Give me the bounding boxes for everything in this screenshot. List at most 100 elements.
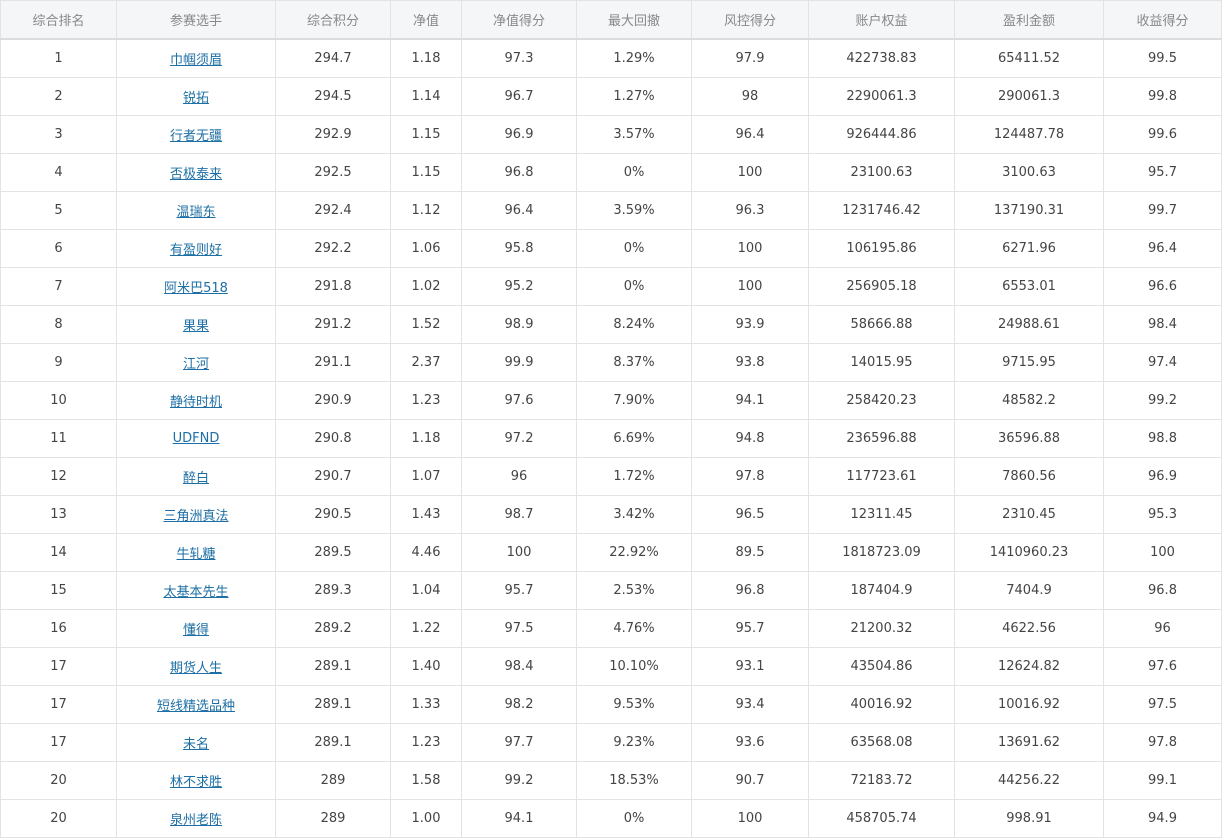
account-equity-cell: 12311.45 xyxy=(808,495,955,534)
net-value-score-cell: 97.5 xyxy=(461,609,577,648)
profit-amount-cell: 290061.3 xyxy=(954,77,1104,116)
table-header: 综合排名 参赛选手 综合积分 净值 净值得分 最大回撤 风控得分 账户权益 盈利… xyxy=(0,0,1222,40)
net-value-score-cell: 96.4 xyxy=(461,191,577,230)
account-equity-cell: 256905.18 xyxy=(808,267,955,306)
player-link[interactable]: 江河 xyxy=(183,357,209,372)
risk-score-cell: 100 xyxy=(691,153,809,192)
account-equity-cell: 23100.63 xyxy=(808,153,955,192)
net-value-cell: 1.06 xyxy=(390,229,462,268)
account-equity-cell: 106195.86 xyxy=(808,229,955,268)
max-drawdown-cell: 3.42% xyxy=(576,495,692,534)
return-score-cell: 94.9 xyxy=(1103,799,1222,838)
account-equity-cell: 422738.83 xyxy=(808,38,955,78)
profit-amount-cell: 7860.56 xyxy=(954,457,1104,496)
player-link[interactable]: 否极泰来 xyxy=(170,167,222,182)
player-link[interactable]: 锐拓 xyxy=(183,91,209,106)
max-drawdown-cell: 0% xyxy=(576,799,692,838)
net-value-cell: 1.40 xyxy=(390,647,462,686)
player-link[interactable]: 牛轧糖 xyxy=(176,547,215,562)
player-link[interactable]: 行者无疆 xyxy=(170,129,222,144)
profit-amount-cell: 65411.52 xyxy=(954,38,1104,78)
return-score-cell: 100 xyxy=(1103,533,1222,572)
rank-cell: 17 xyxy=(0,723,117,762)
player-cell: 期货人生 xyxy=(116,647,276,686)
max-drawdown-cell: 0% xyxy=(576,267,692,306)
account-equity-cell: 258420.23 xyxy=(808,381,955,420)
return-score-cell: 96.8 xyxy=(1103,571,1222,610)
player-link[interactable]: 果果 xyxy=(183,319,209,334)
return-score-cell: 99.2 xyxy=(1103,381,1222,420)
player-link[interactable]: 太基本先生 xyxy=(163,585,228,600)
header-max-drawdown: 最大回撤 xyxy=(576,0,692,40)
player-cell: UDFND xyxy=(116,419,276,458)
net-value-cell: 1.00 xyxy=(390,799,462,838)
max-drawdown-cell: 9.23% xyxy=(576,723,692,762)
total-score-cell: 289.5 xyxy=(275,533,391,572)
profit-amount-cell: 1410960.23 xyxy=(954,533,1104,572)
profit-amount-cell: 13691.62 xyxy=(954,723,1104,762)
risk-score-cell: 90.7 xyxy=(691,761,809,800)
player-cell: 锐拓 xyxy=(116,77,276,116)
table-row: 14 牛轧糖 289.5 4.46 100 22.92% 89.5 1818723.09 141… xyxy=(0,533,1222,572)
profit-amount-cell: 6271.96 xyxy=(954,229,1104,268)
profit-amount-cell: 137190.31 xyxy=(954,191,1104,230)
player-link[interactable]: 温瑞东 xyxy=(176,205,215,220)
player-link[interactable]: 静待时机 xyxy=(170,395,222,410)
player-link[interactable]: 阿米巴518 xyxy=(164,281,228,296)
rank-cell: 11 xyxy=(0,419,117,458)
player-link[interactable]: 林不求胜 xyxy=(170,775,222,790)
account-equity-cell: 72183.72 xyxy=(808,761,955,800)
rank-cell: 20 xyxy=(0,799,117,838)
player-link[interactable]: 懂得 xyxy=(183,623,209,638)
net-value-score-cell: 98.9 xyxy=(461,305,577,344)
total-score-cell: 289.1 xyxy=(275,647,391,686)
account-equity-cell: 187404.9 xyxy=(808,571,955,610)
return-score-cell: 96 xyxy=(1103,609,1222,648)
account-equity-cell: 14015.95 xyxy=(808,343,955,382)
return-score-cell: 96.6 xyxy=(1103,267,1222,306)
rank-cell: 15 xyxy=(0,571,117,610)
player-cell: 有盈则好 xyxy=(116,229,276,268)
player-link[interactable]: 有盈则好 xyxy=(170,243,222,258)
total-score-cell: 292.5 xyxy=(275,153,391,192)
player-link[interactable]: 巾帼须眉 xyxy=(170,53,222,68)
table-row: 1 巾帼须眉 294.7 1.18 97.3 1.29% 97.9 422738.83 6541… xyxy=(0,38,1222,78)
player-link[interactable]: 未名 xyxy=(183,737,209,752)
player-cell: 泉州老陈 xyxy=(116,799,276,838)
rank-cell: 9 xyxy=(0,343,117,382)
player-link[interactable]: 短线精选品种 xyxy=(157,699,235,714)
risk-score-cell: 96.8 xyxy=(691,571,809,610)
net-value-cell: 1.18 xyxy=(390,38,462,78)
total-score-cell: 290.8 xyxy=(275,419,391,458)
rank-cell: 4 xyxy=(0,153,117,192)
player-link[interactable]: 泉州老陈 xyxy=(170,813,222,828)
rank-cell: 17 xyxy=(0,647,117,686)
account-equity-cell: 236596.88 xyxy=(808,419,955,458)
return-score-cell: 95.3 xyxy=(1103,495,1222,534)
table-row: 6 有盈则好 292.2 1.06 95.8 0% 100 106195.86 6271.96 9… xyxy=(0,229,1222,268)
total-score-cell: 289.2 xyxy=(275,609,391,648)
player-link[interactable]: 醉白 xyxy=(183,471,209,486)
player-link[interactable]: 三角洲真法 xyxy=(163,509,228,524)
return-score-cell: 97.5 xyxy=(1103,685,1222,724)
net-value-score-cell: 96.9 xyxy=(461,115,577,154)
player-cell: 林不求胜 xyxy=(116,761,276,800)
profit-amount-cell: 48582.2 xyxy=(954,381,1104,420)
net-value-score-cell: 98.2 xyxy=(461,685,577,724)
net-value-score-cell: 97.3 xyxy=(461,38,577,78)
risk-score-cell: 89.5 xyxy=(691,533,809,572)
player-link[interactable]: 期货人生 xyxy=(170,661,222,676)
risk-score-cell: 94.8 xyxy=(691,419,809,458)
profit-amount-cell: 9715.95 xyxy=(954,343,1104,382)
profit-amount-cell: 24988.61 xyxy=(954,305,1104,344)
rank-cell: 7 xyxy=(0,267,117,306)
risk-score-cell: 100 xyxy=(691,229,809,268)
header-net-value: 净值 xyxy=(390,0,462,40)
account-equity-cell: 58666.88 xyxy=(808,305,955,344)
table-row: 4 否极泰来 292.5 1.15 96.8 0% 100 23100.63 3100.63 95… xyxy=(0,153,1222,192)
player-link[interactable]: UDFND xyxy=(173,431,220,446)
max-drawdown-cell: 1.29% xyxy=(576,38,692,78)
net-value-cell: 1.12 xyxy=(390,191,462,230)
net-value-score-cell: 97.2 xyxy=(461,419,577,458)
max-drawdown-cell: 2.53% xyxy=(576,571,692,610)
